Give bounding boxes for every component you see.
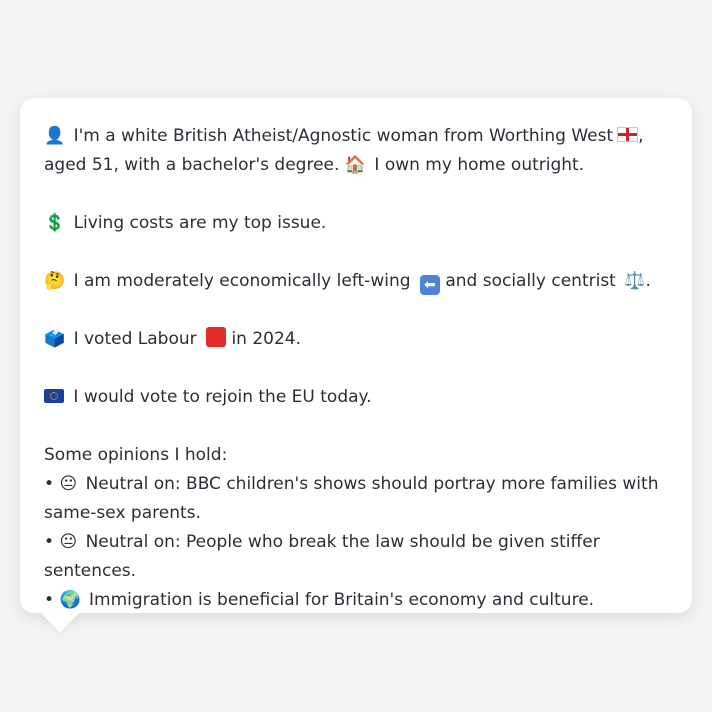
bullet: •: [44, 532, 55, 552]
opinion-text: Neutral on: BBC children's shows should …: [44, 474, 659, 523]
eu-flag-icon: [44, 389, 64, 403]
opinion-item: • 😐 Neutral on: BBC children's shows sho…: [44, 470, 668, 528]
globe-icon: 🌍: [59, 590, 81, 610]
opinions-heading: Some opinions I hold:: [44, 445, 228, 465]
thinking-face-icon: 🤔: [44, 271, 66, 291]
bubble-tail: [40, 612, 80, 633]
dollar-icon: 💲: [44, 213, 66, 233]
identity-text: I'm a white British Atheist/Agnostic wom…: [73, 126, 614, 146]
left-arrow-icon: ⬅: [419, 275, 440, 295]
top-issue-text: Living costs are my top issue.: [73, 213, 327, 233]
profile-line-ideology: 🤔 I am moderately economically left-wing…: [44, 267, 668, 296]
profile-line-top-issue: 💲 Living costs are my top issue.: [44, 209, 668, 238]
house-icon: 🏠: [344, 155, 366, 175]
home-ownership-text: I own my home outright.: [374, 155, 585, 175]
red-square-icon: [206, 327, 227, 347]
opinion-item: • 😐 Neutral on: People who break the law…: [44, 528, 668, 586]
england-flag-icon: [617, 127, 639, 142]
profile-line-eu: I would vote to rejoin the EU today.: [44, 383, 668, 412]
message-bubble: 👤 I'm a white British Atheist/Agnostic w…: [20, 98, 692, 613]
profile-line-identity: 👤 I'm a white British Atheist/Agnostic w…: [44, 122, 668, 180]
ideology-text-social: and socially centrist: [445, 271, 616, 291]
vote-text: I voted Labour: [73, 329, 197, 349]
vote-year-text: in 2024.: [231, 329, 302, 349]
ideology-text-end: .: [645, 271, 651, 291]
ideology-text-economic: I am moderately economically left-wing: [73, 271, 411, 291]
person-icon: 👤: [44, 126, 66, 146]
opinion-text: Immigration is beneficial for Britain's …: [89, 590, 595, 610]
opinion-item: • 🌍 Immigration is beneficial for Britai…: [44, 586, 668, 615]
scales-icon: ⚖️: [624, 271, 646, 291]
opinion-text: Neutral on: People who break the law sho…: [44, 532, 600, 581]
bullet: •: [44, 474, 55, 494]
profile-line-vote: 🗳️ I voted Labour in 2024.: [44, 325, 668, 354]
ballot-box-icon: 🗳️: [44, 329, 66, 349]
neutral-face-icon: 😐: [59, 532, 78, 552]
eu-text: I would vote to rejoin the EU today.: [73, 387, 372, 407]
neutral-face-icon: 😐: [59, 474, 78, 494]
bullet: •: [44, 590, 55, 610]
